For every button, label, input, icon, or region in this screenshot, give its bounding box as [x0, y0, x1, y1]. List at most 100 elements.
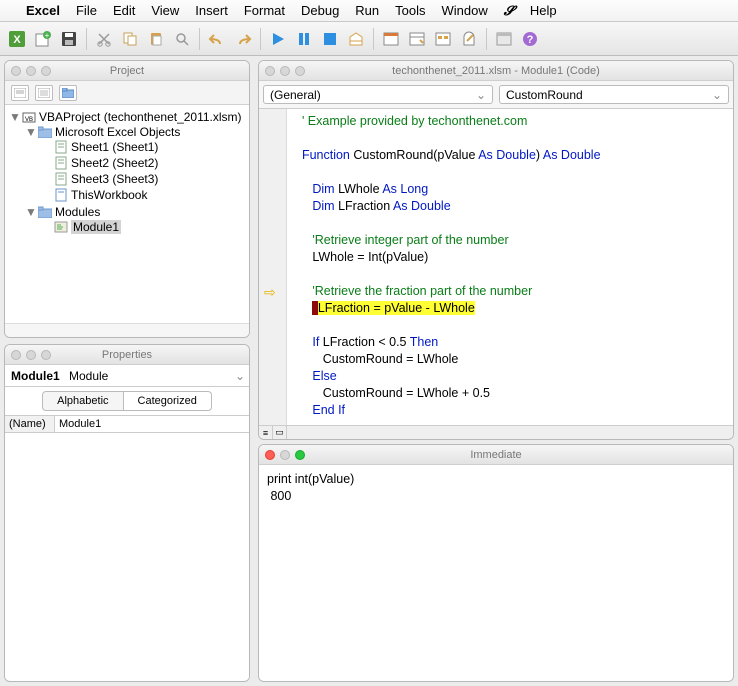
tree-thisworkbook[interactable]: ThisWorkbook: [71, 188, 147, 202]
procedure-view-icon[interactable]: ≡: [259, 426, 273, 439]
folder-icon: [38, 205, 52, 219]
vba-window-icon[interactable]: [493, 28, 515, 50]
traffic-zoom-icon[interactable]: [295, 450, 305, 460]
toolbar: X + ?: [0, 22, 738, 56]
tree-sheet3[interactable]: Sheet3 (Sheet3): [71, 172, 158, 186]
module-icon: [54, 220, 68, 234]
project-panel: Project ▼ VB VBAProject (techonthenet_2011…: [4, 60, 250, 338]
traffic-min-icon[interactable]: [26, 350, 36, 360]
object-combo[interactable]: (General) ⌄: [263, 85, 493, 104]
vbaproject-icon: VB: [22, 110, 36, 124]
insert-module-icon[interactable]: +: [32, 28, 54, 50]
menu-edit[interactable]: Edit: [113, 3, 135, 18]
execution-arrow-icon: ⇨: [264, 284, 276, 301]
property-name-value[interactable]: Module1: [55, 416, 249, 432]
code-window-title-label: techonthenet_2011.xlsm - Module1 (Code): [392, 65, 600, 77]
tab-categorized[interactable]: Categorized: [124, 391, 212, 411]
immediate-text[interactable]: print int(pValue) 800: [259, 465, 733, 681]
svg-text:+: +: [45, 31, 50, 40]
traffic-close-icon[interactable]: [265, 66, 275, 76]
disclosure-icon[interactable]: ▼: [9, 110, 19, 124]
undo-icon[interactable]: [206, 28, 228, 50]
project-toolbar: [5, 81, 249, 105]
code-editor[interactable]: ⇨ ' Example provided by techonthenet.com…: [259, 109, 733, 425]
code-window: techonthenet_2011.xlsm - Module1 (Code) …: [258, 60, 734, 440]
immediate-window: Immediate print int(pValue) 800: [258, 444, 734, 682]
object-combo-label: (General): [270, 88, 321, 102]
help-icon[interactable]: ?: [519, 28, 541, 50]
pause-icon[interactable]: [293, 28, 315, 50]
traffic-zoom-icon[interactable]: [295, 66, 305, 76]
menu-view[interactable]: View: [151, 3, 179, 18]
procedure-combo-label: CustomRound: [506, 88, 583, 102]
traffic-close-icon[interactable]: [11, 350, 21, 360]
tree-sheet2[interactable]: Sheet2 (Sheet2): [71, 156, 158, 170]
find-icon[interactable]: [171, 28, 193, 50]
svg-text:VB: VB: [25, 117, 33, 123]
chevron-down-icon: ⌄: [476, 88, 486, 102]
design-mode-icon[interactable]: [345, 28, 367, 50]
tab-alphabetic[interactable]: Alphabetic: [42, 391, 123, 411]
traffic-zoom-icon[interactable]: [41, 66, 51, 76]
object-browser-icon[interactable]: [432, 28, 454, 50]
menu-help[interactable]: Help: [530, 3, 557, 18]
run-icon[interactable]: [267, 28, 289, 50]
properties-grid: [5, 433, 249, 681]
tree-excel-objects-folder[interactable]: Microsoft Excel Objects: [55, 125, 180, 139]
menu-run[interactable]: Run: [355, 3, 379, 18]
traffic-min-icon[interactable]: [280, 450, 290, 460]
stop-icon[interactable]: [319, 28, 341, 50]
properties-window-icon[interactable]: [406, 28, 428, 50]
menu-file[interactable]: File: [76, 3, 97, 18]
menubar: Excel File Edit View Insert Format Debug…: [0, 0, 738, 22]
view-object-icon[interactable]: [35, 85, 53, 101]
copy-icon[interactable]: [119, 28, 141, 50]
workbook-icon: [54, 188, 68, 202]
full-module-view-icon[interactable]: ▭: [273, 426, 287, 439]
menu-window[interactable]: Window: [442, 3, 488, 18]
procedure-combo[interactable]: CustomRound ⌄: [499, 85, 729, 104]
disclosure-icon[interactable]: ▼: [25, 125, 35, 139]
menu-app[interactable]: Excel: [26, 3, 60, 18]
project-title-label: Project: [110, 65, 144, 77]
disclosure-icon[interactable]: ▼: [25, 205, 35, 219]
project-panel-title: Project: [5, 61, 249, 81]
redo-icon[interactable]: [232, 28, 254, 50]
code-text[interactable]: ' Example provided by techonthenet.com F…: [287, 109, 733, 425]
tree-module1[interactable]: Module1: [71, 220, 121, 234]
properties-object-name: Module1: [5, 369, 65, 383]
project-scrollbar[interactable]: [5, 323, 249, 337]
menu-insert[interactable]: Insert: [195, 3, 228, 18]
menu-debug[interactable]: Debug: [301, 3, 339, 18]
traffic-close-icon[interactable]: [11, 66, 21, 76]
tree-sheet1[interactable]: Sheet1 (Sheet1): [71, 140, 158, 154]
project-tree[interactable]: ▼ VB VBAProject (techonthenet_2011.xlsm) ▼…: [5, 105, 249, 323]
excel-icon[interactable]: X: [6, 28, 28, 50]
folder-icon: [38, 125, 52, 139]
script-menu-icon[interactable]: 𝓢: [504, 3, 514, 19]
traffic-zoom-icon[interactable]: [41, 350, 51, 360]
properties-object-type: Module: [65, 369, 231, 383]
project-explorer-icon[interactable]: [380, 28, 402, 50]
tree-vbaproject[interactable]: VBAProject (techonthenet_2011.xlsm): [39, 110, 242, 124]
properties-object-selector[interactable]: Module1 Module ⌄: [5, 365, 249, 387]
traffic-min-icon[interactable]: [280, 66, 290, 76]
traffic-min-icon[interactable]: [26, 66, 36, 76]
toggle-folders-icon[interactable]: [59, 85, 77, 101]
cut-icon[interactable]: [93, 28, 115, 50]
code-footer: ≡ ▭: [259, 425, 733, 439]
menu-format[interactable]: Format: [244, 3, 285, 18]
menu-tools[interactable]: Tools: [395, 3, 425, 18]
chevron-down-icon: ⌄: [712, 88, 722, 102]
code-gutter[interactable]: ⇨: [259, 109, 287, 425]
toolbox-icon[interactable]: [458, 28, 480, 50]
save-icon[interactable]: [58, 28, 80, 50]
view-code-icon[interactable]: [11, 85, 29, 101]
paste-icon[interactable]: [145, 28, 167, 50]
immediate-window-title: Immediate: [259, 445, 733, 465]
svg-text:?: ?: [527, 34, 534, 46]
traffic-close-icon[interactable]: [265, 450, 275, 460]
tree-modules-folder[interactable]: Modules: [55, 205, 100, 219]
code-window-title: techonthenet_2011.xlsm - Module1 (Code): [259, 61, 733, 81]
sheet-icon: [54, 140, 68, 154]
